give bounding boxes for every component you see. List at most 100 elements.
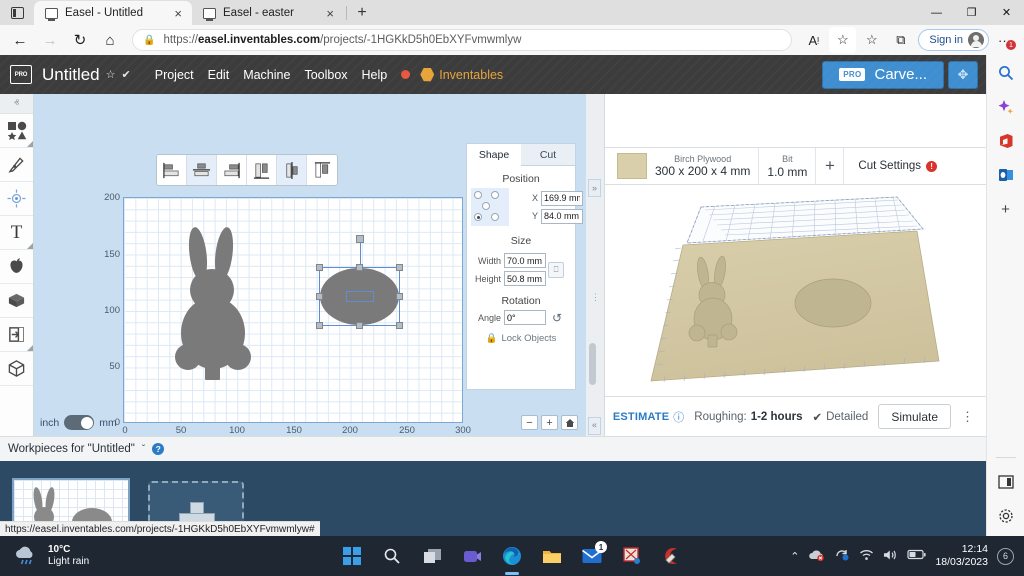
estimate-info-icon[interactable]: ⓘ [673, 409, 684, 425]
tab-cut[interactable]: Cut [521, 144, 575, 165]
help-icon[interactable]: ? [152, 443, 165, 455]
fullscreen-expand-button[interactable]: ✥ [948, 60, 978, 89]
inventables-link[interactable]: Inventables [420, 68, 503, 82]
align-left-button[interactable] [157, 155, 187, 185]
lock-objects-row[interactable]: 🔒 Lock Objects [467, 333, 575, 344]
unit-toggle[interactable]: inch mm [40, 415, 117, 430]
panel-drag-handle[interactable]: ⋮ [591, 293, 600, 302]
read-aloud-icon[interactable]: Aᵎ [800, 27, 827, 53]
work-area[interactable]: 200 150 100 50 0 0 50 100 150 200 250 30… [104, 192, 471, 436]
reset-rotation-icon[interactable]: ↺ [552, 311, 562, 325]
edge-icon[interactable] [500, 544, 524, 575]
anchor-selector[interactable] [471, 188, 509, 226]
pen-tool[interactable] [0, 148, 33, 182]
copilot-sparkle-icon[interactable] [996, 97, 1016, 117]
detailed-label[interactable]: Detailed [826, 411, 868, 423]
weather-widget[interactable]: 10°C Light rain [0, 544, 89, 568]
x-input[interactable] [541, 190, 583, 206]
menu-project[interactable]: Project [155, 68, 194, 82]
carve-button[interactable]: PRO Carve... [822, 60, 944, 89]
mail-icon[interactable]: 1 [580, 541, 607, 568]
bit-selector[interactable]: Bit 1.0 mm [759, 148, 817, 184]
chevron-down-icon[interactable]: ˇ [142, 444, 145, 455]
reload-icon[interactable]: ↻ [66, 27, 94, 53]
three-d-stage[interactable] [605, 185, 986, 396]
shapes-tool[interactable] [0, 114, 33, 148]
apps-apple-tool[interactable] [0, 250, 33, 284]
align-right-button[interactable] [217, 155, 247, 185]
favorites-icon[interactable]: ☆ [858, 27, 885, 53]
site-info-lock-icon[interactable]: 🔒 [143, 35, 155, 46]
add-sidebar-app-icon[interactable]: + [996, 199, 1016, 219]
office-icon[interactable] [996, 131, 1016, 151]
anchor-bottom-right[interactable] [491, 213, 499, 221]
anchor-top-left[interactable] [474, 191, 482, 199]
rail-collapse-button[interactable]: ⱏ [0, 94, 33, 114]
address-bar[interactable]: 🔒 https://easel.inventables.com/projects… [132, 29, 793, 51]
browser-settings-icon[interactable]: ··· 1 [991, 27, 1018, 53]
menu-edit[interactable]: Edit [208, 68, 230, 82]
resize-handle-nw[interactable] [316, 264, 323, 271]
resize-handle-se[interactable] [396, 322, 403, 329]
zoom-out-button[interactable]: − [521, 415, 538, 430]
teams-icon[interactable] [460, 544, 484, 568]
file-explorer-icon[interactable] [540, 544, 564, 568]
align-bottom-button[interactable] [307, 155, 337, 185]
snipping-tool-icon[interactable] [620, 544, 644, 568]
cut-settings-button[interactable]: Cut Settings ! [844, 148, 951, 184]
angle-input[interactable] [504, 310, 546, 325]
simulate-button[interactable]: Simulate [878, 404, 951, 429]
estimate-more-icon[interactable]: ⋮ [961, 410, 974, 423]
tray-overflow-icon[interactable]: ⌃ [790, 550, 799, 563]
center-point-tool[interactable] [0, 182, 33, 216]
panel-collapse-button[interactable]: » [588, 179, 601, 197]
forward-icon[interactable]: → [36, 27, 64, 53]
new-tab-button[interactable]: + [349, 1, 375, 25]
volume-icon[interactable] [883, 549, 898, 564]
text-tool[interactable]: T [0, 216, 33, 250]
y-input[interactable] [541, 208, 583, 224]
anchor-bottom-left[interactable] [474, 213, 482, 221]
tab-close-icon[interactable]: × [172, 7, 184, 20]
ccleaner-icon[interactable] [660, 544, 684, 568]
projects-box-tool[interactable] [0, 284, 33, 318]
unit-switch[interactable] [64, 415, 95, 430]
browser-tab-2[interactable]: Easel - easter × [192, 1, 344, 25]
easel-logo-icon[interactable]: PRO [10, 65, 32, 84]
canvas-scrollbar-thumb[interactable] [589, 343, 596, 385]
back-icon[interactable]: ← [6, 27, 34, 53]
resize-handle-w[interactable] [316, 292, 323, 300]
maximize-button[interactable]: ❐ [954, 0, 989, 25]
menu-toolbox[interactable]: Toolbox [304, 68, 347, 82]
start-button[interactable] [340, 544, 364, 568]
battery-icon[interactable] [907, 549, 927, 563]
resize-handle-sw[interactable] [316, 322, 323, 329]
task-view-icon[interactable] [420, 544, 444, 568]
sync-icon[interactable] [834, 548, 850, 564]
menu-help[interactable]: Help [362, 68, 388, 82]
resize-handle-s[interactable] [355, 322, 363, 329]
tab-shape[interactable]: Shape [467, 144, 521, 166]
wifi-icon[interactable] [859, 549, 874, 564]
resize-handle-n[interactable] [355, 264, 363, 271]
zoom-home-button[interactable] [561, 415, 578, 430]
collections-icon[interactable]: ⧉ [887, 27, 914, 53]
anchor-top-right[interactable] [491, 191, 499, 199]
outlook-icon[interactable] [996, 165, 1016, 185]
align-top-button[interactable] [247, 155, 277, 185]
sidebar-settings-icon[interactable] [996, 506, 1016, 526]
link-aspect-icon[interactable]: ⎕ [548, 261, 564, 278]
align-middle-vertical-button[interactable] [277, 155, 307, 185]
anchor-center[interactable] [482, 202, 490, 210]
bunny-shape[interactable] [172, 226, 254, 388]
width-input[interactable] [504, 253, 546, 268]
height-input[interactable] [504, 271, 546, 286]
panel-collapse-button-lower[interactable]: » [588, 417, 601, 435]
onedrive-icon[interactable] [808, 549, 825, 564]
three-d-tool[interactable] [0, 352, 33, 386]
home-icon[interactable]: ⌂ [96, 27, 124, 53]
import-tool[interactable] [0, 318, 33, 352]
add-favorite-icon[interactable]: ☆ [829, 27, 857, 53]
browser-tab-1[interactable]: Easel - Untitled × [34, 1, 192, 25]
close-window-button[interactable]: ✕ [989, 0, 1024, 25]
